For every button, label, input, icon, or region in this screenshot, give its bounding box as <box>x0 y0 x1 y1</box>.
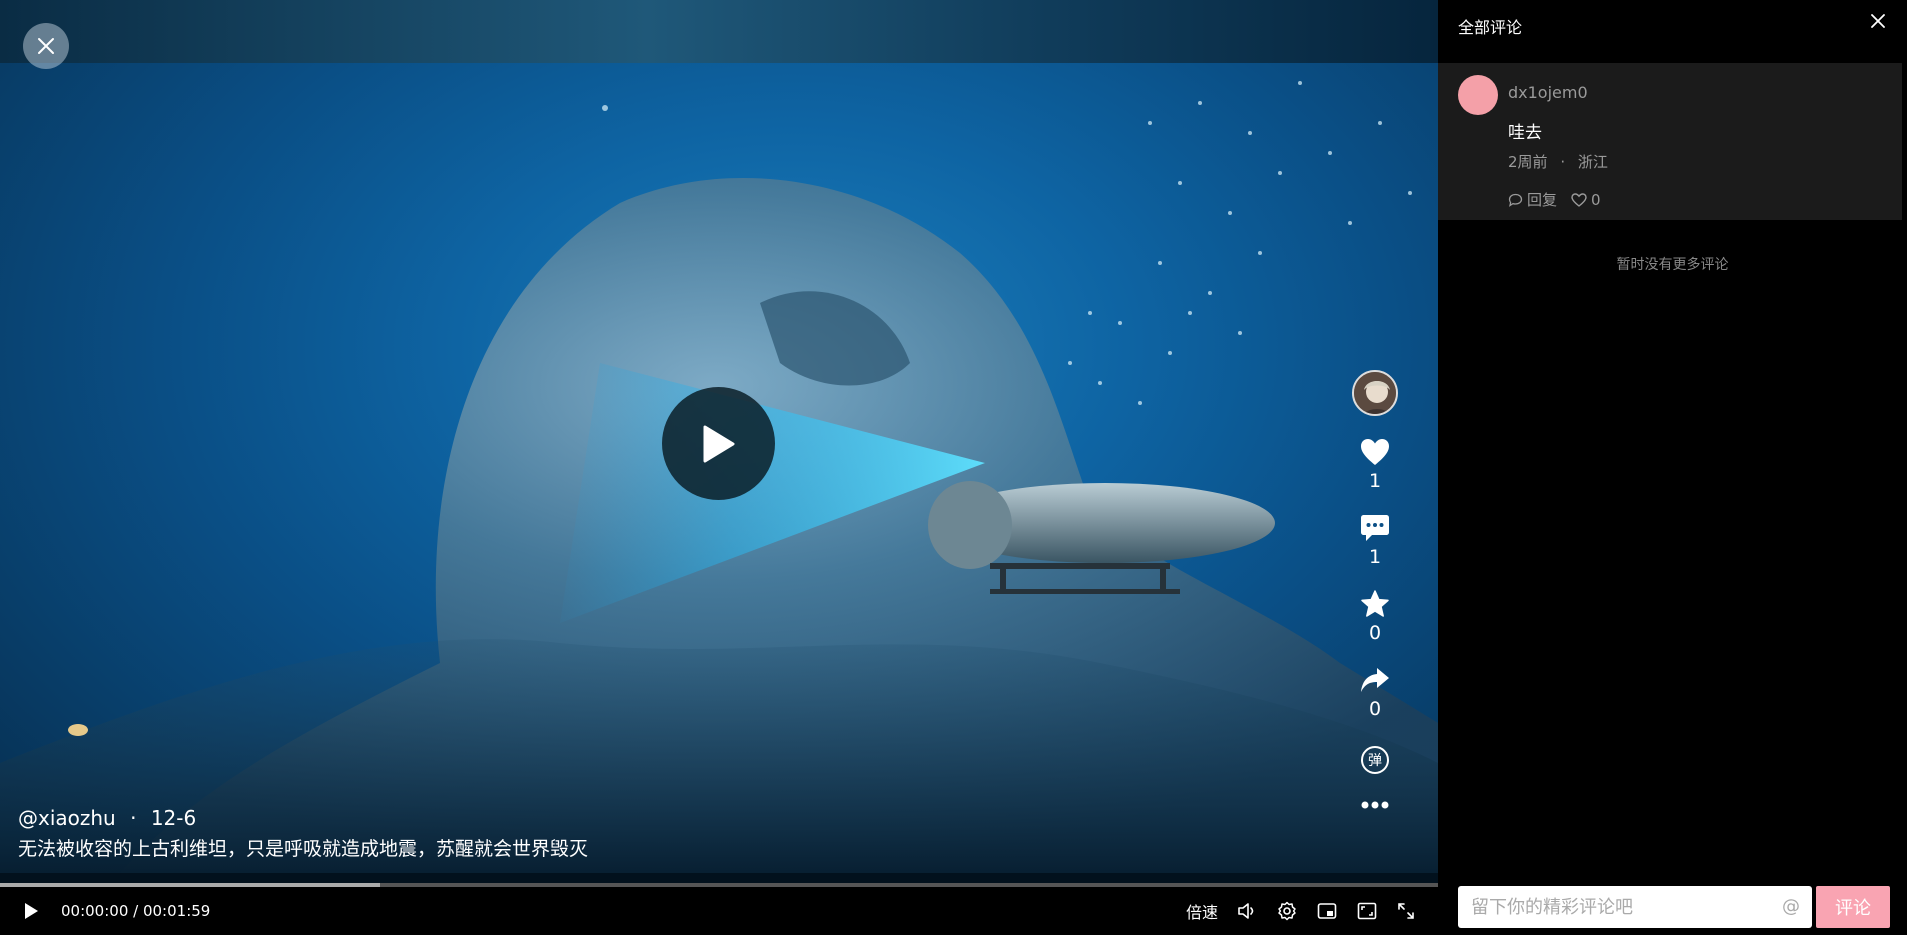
favorite-count: 0 <box>1368 622 1382 644</box>
close-video-button[interactable] <box>23 23 69 69</box>
video-top-bar <box>0 0 1438 63</box>
comment-button[interactable]: 1 <box>1360 514 1390 568</box>
fullscreen-icon <box>1398 903 1414 919</box>
like-count: 1 <box>1368 470 1382 492</box>
commenter-name[interactable]: dx1ojem0 <box>1508 83 1588 102</box>
reply-icon <box>1508 193 1523 207</box>
play-button[interactable] <box>18 887 44 935</box>
no-more-comments: 暂时没有更多评论 <box>1616 257 1729 273</box>
share-count: 0 <box>1368 698 1382 720</box>
more-icon <box>1361 801 1389 809</box>
picture-in-picture-icon <box>1317 903 1337 919</box>
video-description: 无法被收容的上古利维坦，只是呼吸就造成地震，苏醒就会世界毁灭 <box>18 838 589 860</box>
submit-comment-button[interactable]: 评论 <box>1816 886 1890 928</box>
danmaku-icon: 弹 <box>1361 746 1389 774</box>
comment-actions: 回复 0 <box>1508 189 1615 210</box>
comments-panel: 全部评论 dx1ojem0 哇去 2周前 · 浙江 回复 0 暂时没有更多评论 … <box>1438 0 1907 935</box>
comment-like-button[interactable]: 0 <box>1571 191 1601 209</box>
current-time: 00:00:00 <box>61 902 129 920</box>
gear-icon <box>1278 901 1296 921</box>
reply-button[interactable]: 回复 <box>1508 189 1557 210</box>
time-display: 00:00:00 / 00:01:59 <box>61 887 210 935</box>
close-comments-button[interactable] <box>1867 10 1889 32</box>
more-button[interactable] <box>1360 800 1390 810</box>
comment-input[interactable] <box>1458 886 1768 928</box>
share-button[interactable]: 0 <box>1360 666 1390 720</box>
heart-outline-icon <box>1571 192 1587 207</box>
star-icon <box>1361 590 1389 617</box>
web-fullscreen-button[interactable] <box>1354 887 1380 935</box>
fullscreen-button[interactable] <box>1393 887 1419 935</box>
comment-meta-separator: · <box>1560 153 1566 171</box>
danmaku-label: 弹 <box>1368 753 1382 769</box>
mention-button[interactable]: @ <box>1782 896 1800 917</box>
comment-item: dx1ojem0 哇去 2周前 · 浙江 回复 0 <box>1438 63 1902 220</box>
action-rail: 1 1 0 0 弹 <box>1350 370 1400 810</box>
comments-title: 全部评论 <box>1458 18 1523 37</box>
time-separator: / <box>128 902 143 920</box>
volume-icon <box>1238 903 1254 919</box>
favorite-button[interactable]: 0 <box>1360 590 1390 644</box>
reply-label: 回复 <box>1527 191 1558 209</box>
commenter-avatar[interactable] <box>1458 75 1498 115</box>
post-date: 12-6 <box>150 806 197 830</box>
comment-location: 浙江 <box>1577 153 1608 171</box>
avatar-image <box>1354 372 1396 414</box>
comment-text: 哇去 <box>1508 123 1542 143</box>
settings-button[interactable] <box>1274 887 1300 935</box>
danmaku-toggle[interactable]: 弹 <box>1361 746 1389 774</box>
duration: 00:01:59 <box>142 902 211 920</box>
comment-time: 2周前 <box>1508 153 1548 171</box>
video-caption: @xiaozhu · 12-6 无法被收容的上古利维坦，只是呼吸就造成地震，苏醒… <box>18 806 588 861</box>
web-fullscreen-icon <box>1357 902 1377 920</box>
volume-button[interactable] <box>1234 887 1260 935</box>
close-icon <box>38 38 54 54</box>
control-bar: 00:00:00 / 00:01:59 倍速 <box>0 887 1438 935</box>
heart-icon <box>1361 439 1389 465</box>
picture-in-picture-button[interactable] <box>1314 887 1340 935</box>
author-avatar[interactable] <box>1352 370 1398 416</box>
comment-like-count: 0 <box>1591 190 1601 209</box>
comment-input-box: @ <box>1458 886 1812 928</box>
meta-separator: · <box>130 806 137 830</box>
speed-button[interactable]: 倍速 <box>1180 887 1224 935</box>
close-icon <box>1871 14 1885 28</box>
play-icon <box>703 425 734 462</box>
comment-meta: 2周前 · 浙江 <box>1508 151 1608 172</box>
like-button[interactable]: 1 <box>1360 438 1390 492</box>
video-player[interactable]: 1 1 0 0 弹 @xiaozhu · 12-6 无法被收容的上古利维坦，只是… <box>0 0 1438 935</box>
share-icon <box>1361 668 1389 692</box>
comment-count: 1 <box>1368 546 1382 568</box>
center-play-button[interactable] <box>662 387 775 500</box>
video-meta: @xiaozhu · 12-6 <box>18 806 588 830</box>
comment-icon <box>1361 515 1389 541</box>
author-name[interactable]: @xiaozhu <box>18 806 116 830</box>
video-page: 1 1 0 0 弹 @xiaozhu · 12-6 无法被收容的上古利维坦，只是… <box>0 0 1907 935</box>
play-icon <box>25 903 38 919</box>
